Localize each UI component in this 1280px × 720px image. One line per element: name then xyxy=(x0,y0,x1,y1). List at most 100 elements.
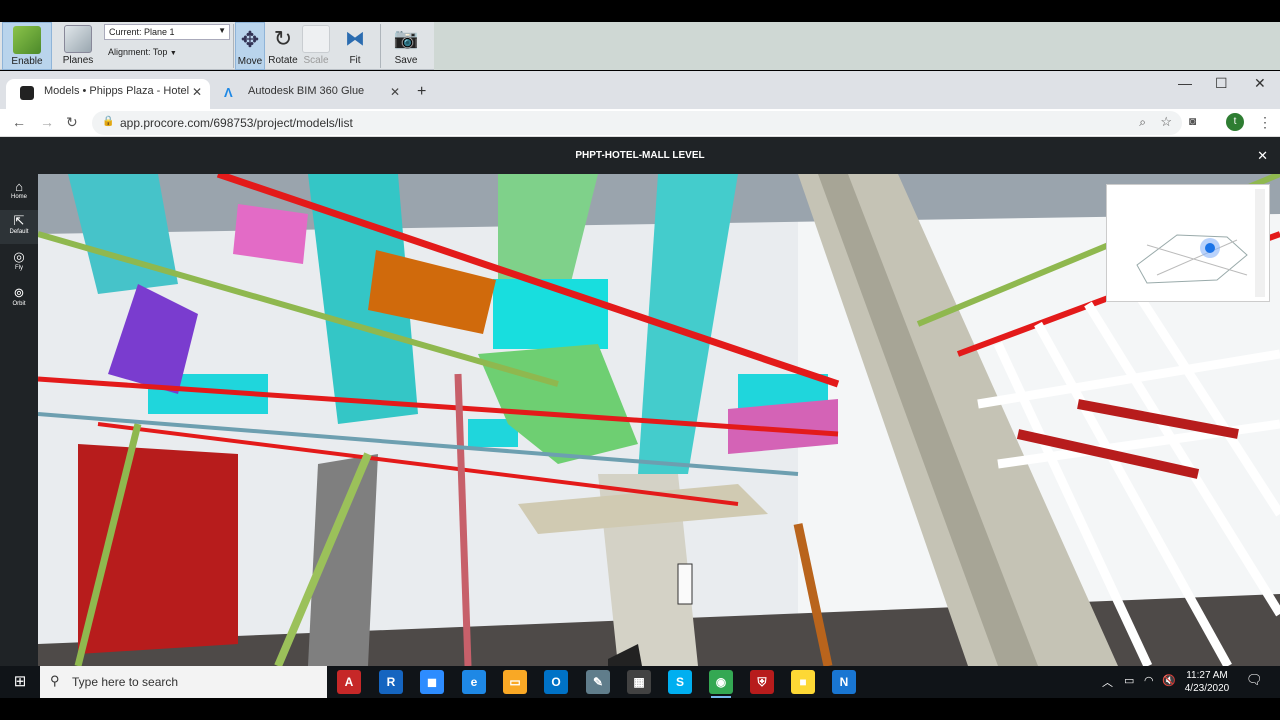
windows-taskbar: ⊞ ⚲ Type here to search A R ◼ e ▭ O ✎ ▦ S ◉ ⛨ ■ N ︿ … xyxy=(0,666,1280,698)
battery-icon[interactable]: ▭ xyxy=(1124,674,1134,687)
forward-button[interactable]: → xyxy=(40,114,54,130)
volume-muted-icon[interactable]: 🔇 xyxy=(1162,674,1176,687)
current-plane-value: Current: Plane 1 xyxy=(109,27,175,37)
alignment-value: Alignment: Top xyxy=(108,47,168,57)
clock-time: 11:27 AM xyxy=(1186,670,1228,681)
tool-label: Home xyxy=(10,194,27,200)
taskbar-app-edge[interactable]: e xyxy=(462,670,486,694)
taskbar-app-file-explorer[interactable]: ▭ xyxy=(503,670,527,694)
camera-icon[interactable]: ◙ xyxy=(1189,114,1196,128)
bim-model-render xyxy=(38,174,1280,666)
menu-icon[interactable]: ⋮ xyxy=(1258,114,1272,131)
taskbar-app-zoom[interactable]: ◼ xyxy=(420,670,444,694)
orbit-tool[interactable]: ⊚ Orbit xyxy=(0,282,38,316)
taskbar-app-chrome[interactable]: ◉ xyxy=(709,670,733,698)
chevron-up-icon[interactable]: ︿ xyxy=(1102,674,1113,690)
screen: Enable Planes Current: Plane 1 ▼ Alignme… xyxy=(0,0,1280,720)
reload-button[interactable]: ↻ xyxy=(66,114,78,131)
scale-label: Scale xyxy=(303,55,329,66)
screen-top-bar xyxy=(0,0,1280,22)
zoom-icon[interactable]: ⌕ xyxy=(1139,115,1146,130)
taskbar-search-box[interactable]: ⚲ Type here to search xyxy=(40,666,327,698)
move-button[interactable]: ✥ Move xyxy=(235,22,265,70)
planes-label: Planes xyxy=(62,55,94,66)
tab-title: Autodesk BIM 360 Glue xyxy=(248,85,365,97)
search-icon: ⚲ xyxy=(50,673,60,688)
minimap[interactable] xyxy=(1106,184,1270,302)
default-tool[interactable]: ⇱ Default xyxy=(0,210,38,244)
scale-icon xyxy=(302,25,330,53)
cursor-icon: ⇱ xyxy=(13,213,25,228)
new-tab-button[interactable]: + xyxy=(417,83,426,101)
viewer-header: PHPT-HOTEL-MALL LEVEL ✕ xyxy=(0,137,1280,174)
taskbar-app-outlook[interactable]: O xyxy=(544,670,568,694)
rotate-button[interactable]: ↻ Rotate xyxy=(266,22,300,70)
lock-icon: 🔒 xyxy=(102,116,115,127)
tool-label: Default xyxy=(9,229,29,235)
minimize-button[interactable]: — xyxy=(1178,75,1192,91)
current-plane-select[interactable]: Current: Plane 1 ▼ xyxy=(104,24,230,40)
fit-label: Fit xyxy=(349,55,361,66)
navisworks-ribbon: Enable Planes Current: Plane 1 ▼ Alignme… xyxy=(0,22,1280,70)
ribbon-background-area xyxy=(434,22,1280,70)
start-button[interactable]: ⊞ xyxy=(0,666,40,698)
model-title: PHPT-HOTEL-MALL LEVEL xyxy=(575,150,705,161)
notifications-icon[interactable]: 🗨 xyxy=(1246,672,1263,688)
home-tool[interactable]: ⌂ Home xyxy=(0,176,38,210)
taskbar-app-skype[interactable]: S xyxy=(668,670,692,694)
camera-icon: 📷 xyxy=(393,28,419,50)
tab-bim360-glue[interactable]: Λ Autodesk BIM 360 Glue ✕ xyxy=(210,79,408,109)
avatar[interactable]: t xyxy=(1226,113,1244,131)
alignment-select[interactable]: Alignment: Top ▼ xyxy=(108,47,177,57)
close-tab-icon[interactable]: ✕ xyxy=(192,85,202,99)
wifi-icon[interactable]: ◠ xyxy=(1144,674,1154,687)
taskbar-app-calculator[interactable]: ▦ xyxy=(627,670,651,694)
tool-label: Fly xyxy=(15,265,23,271)
ribbon-divider xyxy=(233,24,234,68)
tab-strip: Models • Phipps Plaza - Hotel ✕ Λ Autode… xyxy=(0,71,1280,109)
model-3d-canvas[interactable] xyxy=(38,174,1280,666)
procore-icon xyxy=(20,86,34,100)
address-bar[interactable]: 🔒 app.procore.com/698753/project/models/… xyxy=(92,111,1182,135)
taskbar-app-revit[interactable]: R xyxy=(379,670,403,694)
clock[interactable]: 11:27 AM 4/23/2020 xyxy=(1180,669,1234,695)
clock-date: 4/23/2020 xyxy=(1184,683,1230,694)
taskbar-app-security[interactable]: ⛨ xyxy=(750,670,774,694)
planes-icon xyxy=(64,25,92,53)
orbit-icon: ⊚ xyxy=(13,285,25,300)
ribbon-divider xyxy=(380,24,381,68)
move-label: Move xyxy=(237,56,263,67)
back-button[interactable]: ← xyxy=(12,114,26,130)
fit-icon: ⧓ xyxy=(345,28,365,50)
fly-icon: ◎ xyxy=(13,249,25,264)
minimap-plan xyxy=(1107,185,1269,301)
maximize-button[interactable]: ☐ xyxy=(1215,75,1228,92)
close-viewer-icon[interactable]: ✕ xyxy=(1257,137,1268,174)
save-button[interactable]: 📷 Save xyxy=(386,22,426,70)
tab-title: Models • Phipps Plaza - Hotel xyxy=(44,85,190,97)
fly-tool[interactable]: ◎ Fly xyxy=(0,246,38,280)
tool-label: Orbit xyxy=(12,301,26,307)
browser-toolbar: ← → ↻ 🔒 app.procore.com/698753/project/m… xyxy=(0,109,1280,137)
enable-button[interactable]: Enable xyxy=(2,22,52,70)
enable-icon xyxy=(13,26,41,54)
chevron-down-icon: ▼ xyxy=(169,50,177,57)
enable-label: Enable xyxy=(11,56,43,67)
chevron-down-icon: ▼ xyxy=(218,26,226,35)
bim360-icon: Λ xyxy=(224,85,233,100)
url-text: app.procore.com/698753/project/models/li… xyxy=(120,116,353,130)
close-window-button[interactable]: ✕ xyxy=(1254,75,1266,92)
fit-button[interactable]: ⧓ Fit xyxy=(336,22,374,70)
taskbar-app-autocad[interactable]: A xyxy=(337,670,361,694)
home-icon: ⌂ xyxy=(15,179,23,194)
bookmark-star-icon[interactable]: ☆ xyxy=(1160,114,1172,130)
taskbar-app-paint[interactable]: ✎ xyxy=(586,670,610,694)
save-label: Save xyxy=(394,55,418,66)
taskbar-app-navisworks[interactable]: N xyxy=(832,670,856,694)
tab-procore-models[interactable]: Models • Phipps Plaza - Hotel ✕ xyxy=(6,79,210,109)
taskbar-app-sticky-notes[interactable]: ■ xyxy=(791,670,815,694)
planes-button[interactable]: Planes xyxy=(56,22,100,70)
rotate-label: Rotate xyxy=(268,55,298,66)
close-tab-icon[interactable]: ✕ xyxy=(390,85,400,99)
scale-button[interactable]: Scale xyxy=(300,22,332,70)
